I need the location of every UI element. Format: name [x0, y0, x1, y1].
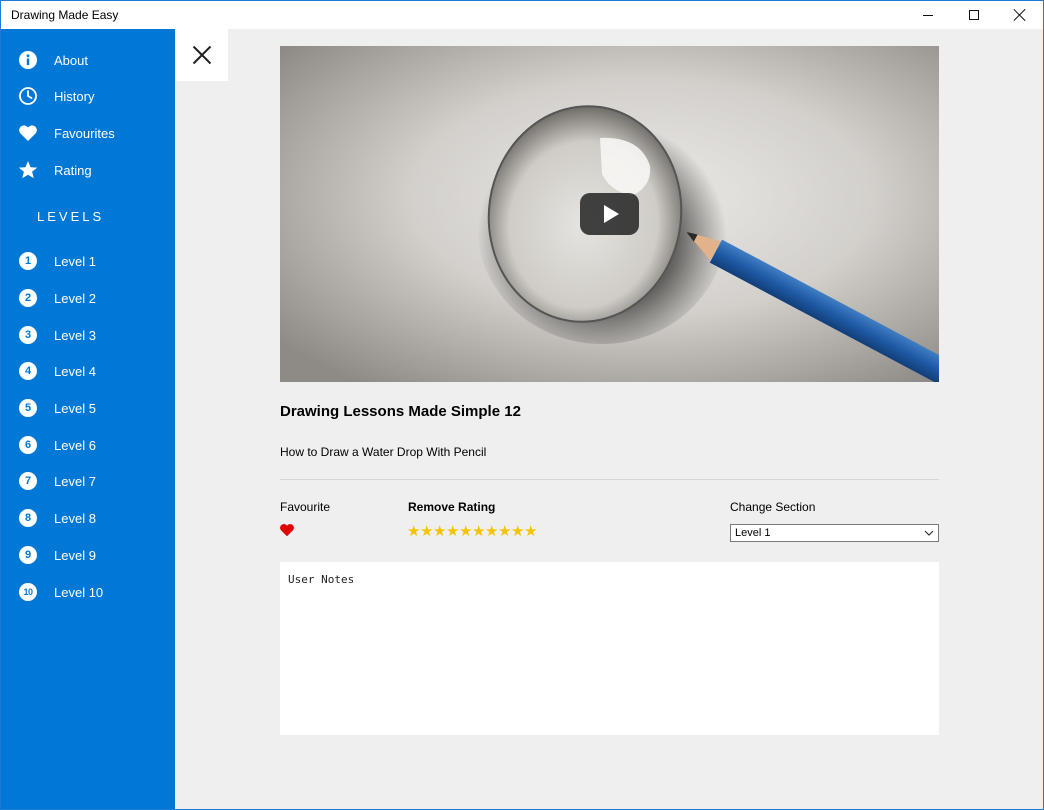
star-icon[interactable]: ★: [407, 524, 420, 539]
number-6-icon: 6: [19, 436, 37, 454]
sidebar-item-label: Level 7: [54, 473, 96, 489]
number-3-icon: 3: [19, 326, 37, 344]
close-window-button[interactable]: [997, 1, 1043, 29]
heart-icon: [280, 524, 294, 537]
clock-icon: [18, 86, 38, 106]
sidebar-item-label: Level 2: [54, 290, 96, 306]
info-icon: [18, 50, 38, 70]
sidebar-item-history[interactable]: History: [1, 78, 175, 114]
sidebar-item-label: Favourites: [54, 125, 115, 141]
app-window: Drawing Made Easy About History Favourit…: [0, 0, 1044, 810]
number-5-icon: 5: [19, 399, 37, 417]
sidebar-item-level-5[interactable]: 5 Level 5: [1, 390, 175, 426]
sidebar-item-label: Level 1: [54, 253, 96, 269]
remove-rating-button[interactable]: Remove Rating: [408, 500, 495, 514]
sidebar-item-level-10[interactable]: 10 Level 10: [1, 574, 175, 610]
window-controls: [905, 1, 1043, 29]
star-icon[interactable]: ★: [433, 524, 446, 539]
sidebar-item-label: Rating: [54, 162, 92, 178]
sidebar-item-label: History: [54, 88, 95, 104]
number-10-icon: 10: [19, 583, 37, 601]
sidebar-item-label: Level 4: [54, 363, 96, 379]
video-player[interactable]: [280, 46, 939, 382]
favourite-toggle[interactable]: [279, 523, 295, 537]
minimize-button[interactable]: [905, 1, 951, 29]
divider: [280, 479, 939, 480]
sidebar-item-label: Level 8: [54, 510, 96, 526]
close-pane-button[interactable]: [176, 29, 228, 81]
sidebar-item-level-2[interactable]: 2 Level 2: [1, 280, 175, 316]
sidebar-item-about[interactable]: About: [1, 42, 175, 78]
star-icon[interactable]: ★: [485, 524, 498, 539]
close-icon: [1014, 9, 1026, 21]
sidebar-item-level-9[interactable]: 9 Level 9: [1, 537, 175, 573]
sidebar-item-favourites[interactable]: Favourites: [1, 115, 175, 151]
sidebar-item-label: About: [54, 52, 88, 68]
rating-stars[interactable]: ★ ★ ★ ★ ★ ★ ★ ★ ★ ★: [407, 524, 537, 539]
number-7-icon: 7: [19, 472, 37, 490]
sidebar-item-level-4[interactable]: 4 Level 4: [1, 353, 175, 389]
section-select[interactable]: Level 1: [730, 524, 939, 542]
number-8-icon: 8: [19, 509, 37, 527]
star-icon[interactable]: ★: [511, 524, 524, 539]
notes-placeholder: User Notes: [288, 573, 355, 586]
change-section-label: Change Section: [730, 500, 816, 514]
sidebar-item-level-8[interactable]: 8 Level 8: [1, 500, 175, 536]
close-icon: [192, 45, 212, 65]
sidebar-item-level-1[interactable]: 1 Level 1: [1, 243, 175, 279]
title-bar[interactable]: Drawing Made Easy: [1, 1, 1043, 29]
sidebar-item-level-7[interactable]: 7 Level 7: [1, 463, 175, 499]
sidebar-item-label: Level 5: [54, 400, 96, 416]
lesson-title: Drawing Lessons Made Simple 12: [280, 403, 521, 420]
star-icon[interactable]: ★: [446, 524, 459, 539]
star-icon[interactable]: ★: [420, 524, 433, 539]
levels-section-header: LEVELS: [37, 209, 105, 224]
sidebar-item-label: Level 6: [54, 437, 96, 453]
play-icon: [604, 205, 619, 223]
favourite-label: Favourite: [280, 500, 331, 514]
number-4-icon: 4: [19, 362, 37, 380]
minimize-icon: [923, 14, 933, 16]
sidebar-item-level-6[interactable]: 6 Level 6: [1, 427, 175, 463]
sidebar-item-rating[interactable]: Rating: [1, 152, 175, 188]
lesson-description: How to Draw a Water Drop With Pencil: [280, 445, 487, 459]
star-icon[interactable]: ★: [498, 524, 511, 539]
play-button[interactable]: [580, 193, 639, 235]
sidebar: About History Favourites Rating LEVELS 1: [1, 29, 175, 809]
star-icon[interactable]: ★: [472, 524, 485, 539]
heart-icon: [18, 123, 38, 143]
number-1-icon: 1: [19, 252, 37, 270]
star-icon[interactable]: ★: [524, 524, 537, 539]
star-icon[interactable]: ★: [459, 524, 472, 539]
sidebar-item-label: Level 3: [54, 327, 96, 343]
user-notes-textarea[interactable]: User Notes: [280, 562, 939, 735]
star-icon: [18, 160, 38, 180]
sidebar-item-label: Level 10: [54, 584, 104, 600]
window-title: Drawing Made Easy: [11, 8, 119, 22]
chevron-down-icon: [924, 530, 934, 536]
sidebar-item-level-3[interactable]: 3 Level 3: [1, 317, 175, 353]
maximize-icon: [969, 10, 979, 20]
maximize-button[interactable]: [951, 1, 997, 29]
number-9-icon: 9: [19, 546, 37, 564]
number-2-icon: 2: [19, 289, 37, 307]
section-selected-value: Level 1: [735, 527, 771, 539]
sidebar-item-label: Level 9: [54, 547, 96, 563]
